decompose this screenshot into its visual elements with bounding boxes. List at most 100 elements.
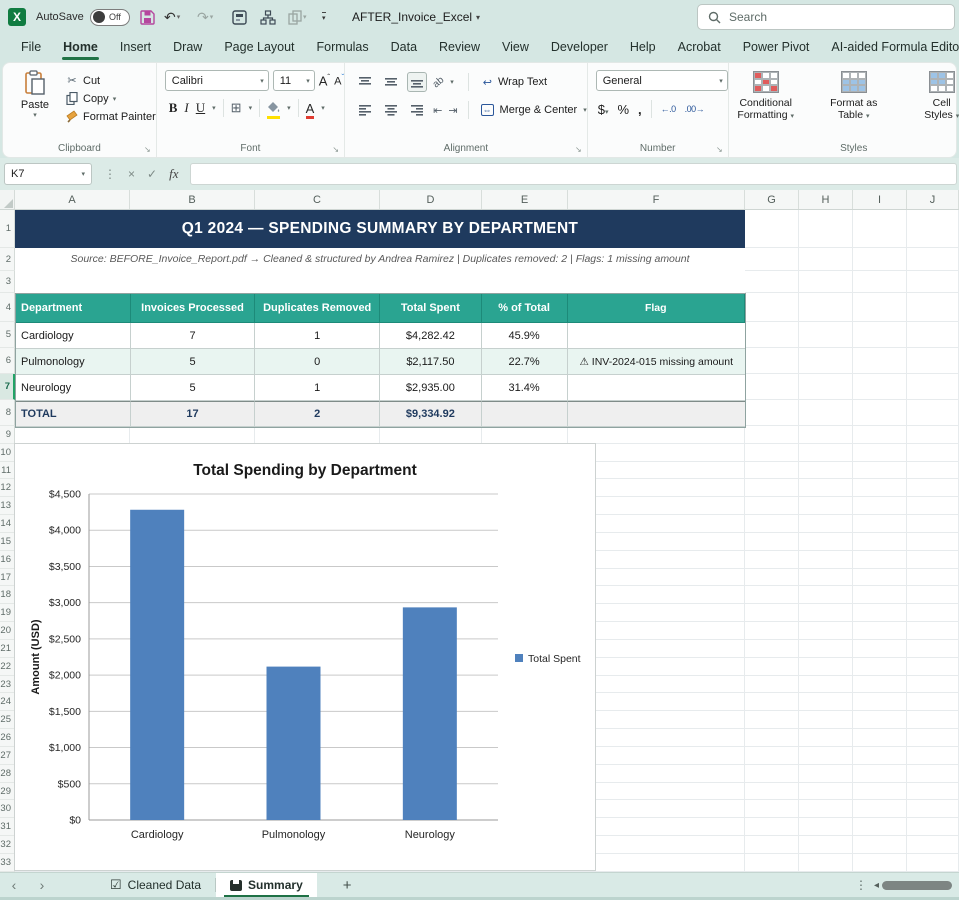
grid-cell[interactable] <box>799 462 853 480</box>
grid-cell[interactable] <box>745 622 799 640</box>
row-header-6[interactable]: 6 <box>0 348 15 374</box>
bold-button[interactable]: B <box>169 100 178 116</box>
grid-cell[interactable] <box>745 604 799 622</box>
insert-function-button[interactable]: fx <box>169 166 178 182</box>
grid-cell[interactable] <box>853 854 907 872</box>
decrease-indent-button[interactable]: ⇤ <box>433 104 442 117</box>
grid-cell[interactable] <box>745 515 799 533</box>
align-top-button[interactable] <box>355 72 375 92</box>
grid-cell[interactable] <box>745 348 799 374</box>
save-icon[interactable] <box>140 0 155 34</box>
grid-cell[interactable] <box>853 551 907 569</box>
tab-data[interactable]: Data <box>380 36 428 60</box>
grid-cell[interactable] <box>799 569 853 587</box>
increase-indent-button[interactable]: ⇥ <box>448 104 457 117</box>
grid-cell[interactable] <box>907 293 959 322</box>
grid-cell[interactable] <box>853 374 907 400</box>
grid-cell[interactable] <box>853 640 907 658</box>
grid-cell[interactable] <box>745 210 799 248</box>
grid-cell[interactable] <box>745 426 799 444</box>
copy-button[interactable]: Copy▾ <box>65 92 156 105</box>
grid-cell[interactable] <box>799 444 853 462</box>
grid-cell[interactable] <box>907 818 959 836</box>
grid-cell[interactable] <box>799 693 853 711</box>
search-input[interactable]: Search <box>697 4 955 30</box>
underline-button[interactable]: U <box>196 100 205 116</box>
borders-button[interactable]: ⊞ <box>231 100 242 116</box>
grid-cell[interactable] <box>745 800 799 818</box>
grid-cell[interactable] <box>907 854 959 872</box>
autosave-toggle[interactable]: Off <box>90 0 130 34</box>
align-bottom-button[interactable] <box>407 72 427 92</box>
prev-sheet-button[interactable]: ‹ <box>0 877 28 893</box>
column-header-I[interactable]: I <box>853 190 907 209</box>
grid-cell[interactable] <box>799 658 853 676</box>
grid-cell[interactable] <box>907 658 959 676</box>
row-header-32[interactable]: 32 <box>0 836 15 854</box>
grid-cell[interactable] <box>907 604 959 622</box>
grid-cell[interactable] <box>907 400 959 426</box>
grid-cell[interactable] <box>799 374 853 400</box>
grid-cell[interactable] <box>907 348 959 374</box>
grid-cell[interactable] <box>799 322 853 348</box>
font-name-select[interactable]: Calibri▾ <box>165 70 269 91</box>
align-right-button[interactable] <box>407 100 427 120</box>
undo-button[interactable]: ↶▾ <box>164 0 180 34</box>
grid-cell[interactable] <box>907 836 959 854</box>
grid-cell[interactable] <box>853 693 907 711</box>
grid-cell[interactable] <box>907 800 959 818</box>
grid-cell[interactable] <box>745 640 799 658</box>
row-header-13[interactable]: 13 <box>0 497 15 515</box>
grid-cell[interactable] <box>745 374 799 400</box>
row-header-4[interactable]: 4 <box>0 293 15 322</box>
row-header-20[interactable]: 20 <box>0 622 15 640</box>
orientation-button[interactable]: ab <box>431 74 447 90</box>
spending-chart[interactable]: Total Spending by Department$0$500$1,000… <box>14 443 596 871</box>
grid-cell[interactable] <box>853 747 907 765</box>
row-header-1[interactable]: 1 <box>0 210 15 248</box>
grid-cell[interactable] <box>568 426 745 444</box>
fill-color-button[interactable] <box>267 101 280 116</box>
grid-cell[interactable] <box>907 374 959 400</box>
copy-qat-icon[interactable]: ▾ <box>288 0 307 34</box>
grid-cell[interactable] <box>799 348 853 374</box>
grid-cell[interactable] <box>907 729 959 747</box>
grid-cell[interactable] <box>853 348 907 374</box>
grid-cell[interactable] <box>799 515 853 533</box>
row-header-19[interactable]: 19 <box>0 604 15 622</box>
grid-cell[interactable] <box>907 322 959 348</box>
grid-cell[interactable] <box>907 765 959 783</box>
grid-cell[interactable] <box>799 622 853 640</box>
grid-cell[interactable] <box>853 479 907 497</box>
grid-cell[interactable] <box>745 444 799 462</box>
grid-cell[interactable] <box>799 533 853 551</box>
grid-cell[interactable] <box>907 444 959 462</box>
sheet-tab-cleaned-data[interactable]: ☑Cleaned Data <box>96 873 215 898</box>
grid-cell[interactable] <box>745 551 799 569</box>
paste-special-icon[interactable] <box>232 0 247 34</box>
grid-cell[interactable] <box>907 586 959 604</box>
row-header-10[interactable]: 10 <box>0 444 15 462</box>
grid-cell[interactable] <box>853 293 907 322</box>
column-header-D[interactable]: D <box>380 190 482 209</box>
column-header-E[interactable]: E <box>482 190 568 209</box>
tab-review[interactable]: Review <box>428 36 491 60</box>
column-header-F[interactable]: F <box>568 190 745 209</box>
borders-dropdown-icon[interactable]: ▾ <box>249 104 253 112</box>
scroll-left-icon[interactable]: ◂ <box>874 880 879 891</box>
alignment-dialog-launcher[interactable]: ↘ <box>575 145 582 154</box>
number-format-select[interactable]: General▾ <box>596 70 728 91</box>
grid-cell[interactable] <box>799 586 853 604</box>
grid-cell[interactable] <box>853 569 907 587</box>
sheet-tab-summary[interactable]: Summary <box>216 873 317 898</box>
row-header-17[interactable]: 17 <box>0 569 15 587</box>
grid-cell[interactable] <box>799 676 853 694</box>
document-title[interactable]: AFTER_Invoice_Excel▾ <box>352 0 480 34</box>
grid-cell[interactable] <box>853 271 907 293</box>
row-header-33[interactable]: 33 <box>0 854 15 872</box>
column-header-J[interactable]: J <box>907 190 959 209</box>
grid-cell[interactable] <box>745 747 799 765</box>
grid-cell[interactable] <box>907 426 959 444</box>
grid-cell[interactable] <box>799 765 853 783</box>
font-dialog-launcher[interactable]: ↘ <box>332 145 339 154</box>
